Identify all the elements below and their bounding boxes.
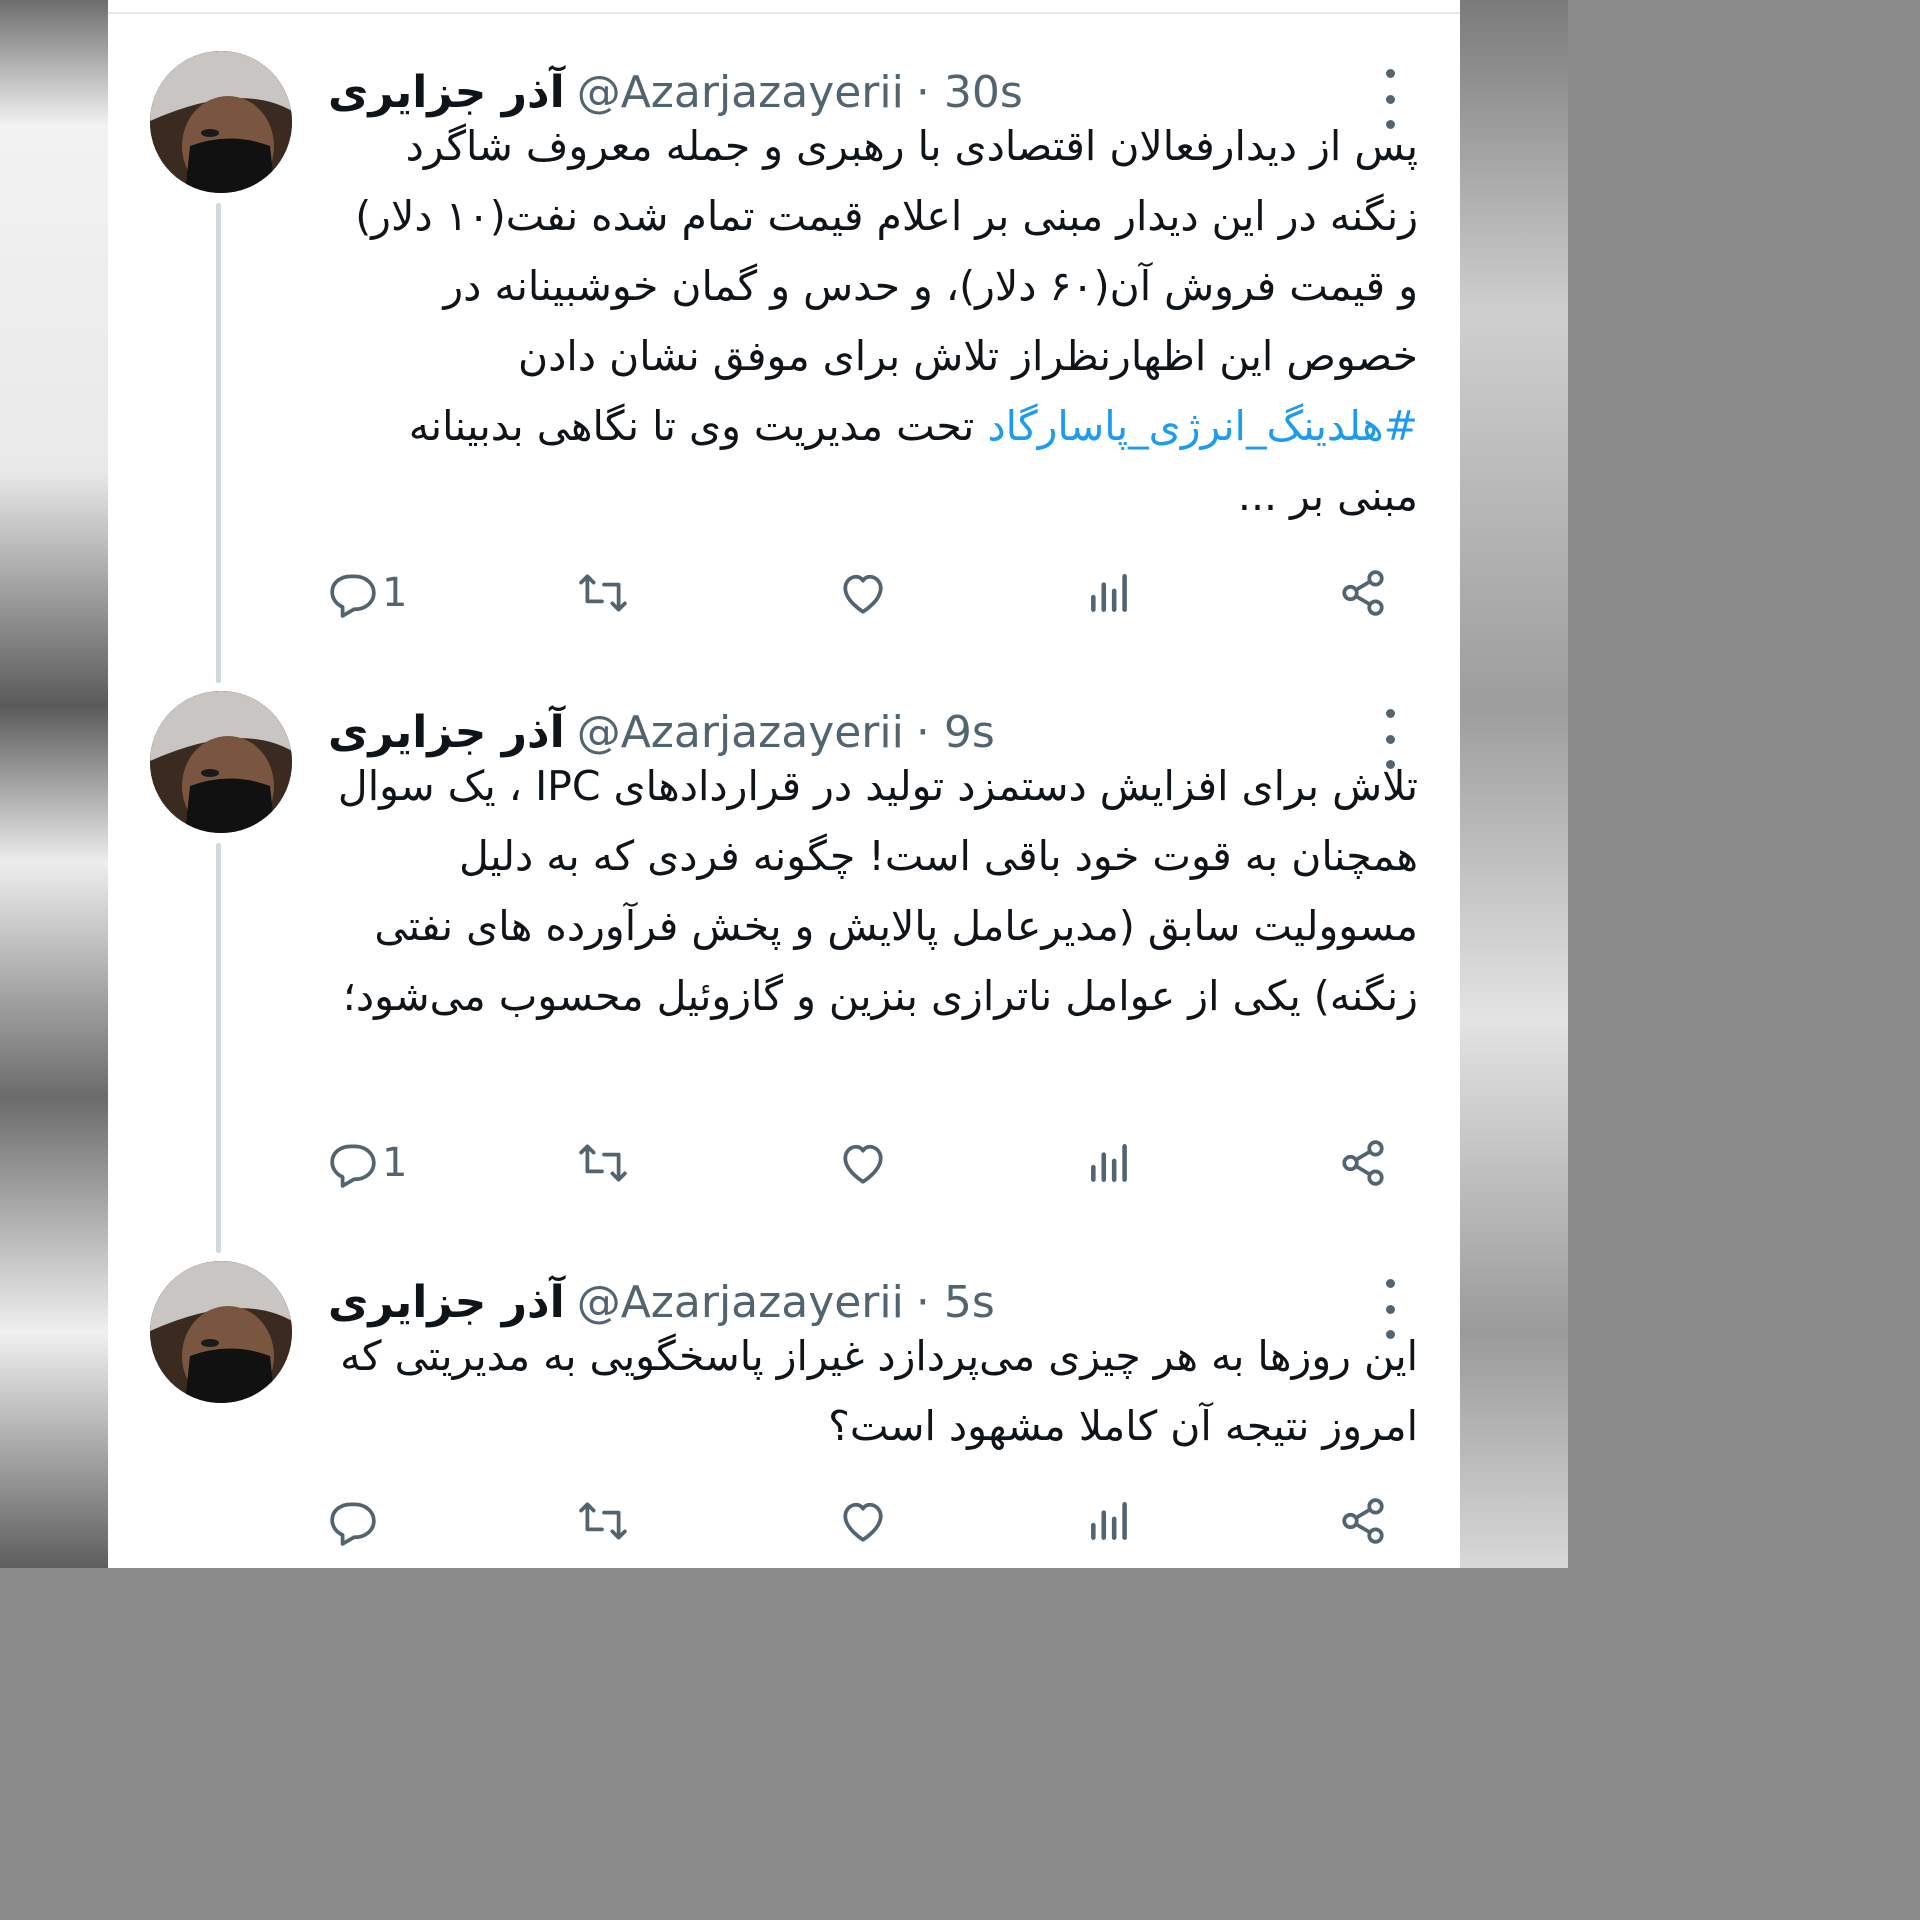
retweet-button[interactable] (578, 563, 628, 623)
thread-connector (216, 203, 221, 683)
reply-button[interactable]: 1 (328, 563, 407, 623)
user-handle[interactable]: @Azarjazayerii (577, 707, 904, 758)
reply-count: 1 (382, 1140, 408, 1186)
views-icon (1091, 574, 1127, 612)
reply-button[interactable] (328, 1491, 382, 1551)
reply-icon (330, 1144, 376, 1188)
retweet-button[interactable] (578, 1491, 628, 1551)
views-button[interactable] (1085, 1133, 1135, 1193)
like-icon (843, 1502, 883, 1542)
views-icon (1091, 1144, 1127, 1182)
like-button[interactable] (838, 563, 888, 623)
tweet[interactable]: آذر جزایری @Azarjazayerii · 5s این روزها… (108, 1255, 1460, 1568)
user-handle[interactable]: @Azarjazayerii (577, 67, 904, 118)
share-button[interactable] (1338, 563, 1388, 623)
thread-card: آذر جزایری @Azarjazayerii · 30s پس از دی… (108, 0, 1460, 1568)
right-backdrop (1460, 0, 1568, 1568)
action-bar (328, 1491, 1418, 1551)
avatar[interactable] (150, 691, 292, 833)
share-icon (1342, 570, 1384, 616)
thread-connector (216, 843, 221, 1253)
retweet-button[interactable] (578, 1133, 628, 1193)
tweet-text: پس از دیدارفعالان اقتصادی با رهبری و جمل… (328, 111, 1418, 531)
tweet-text: تلاش برای افزایش دستمزد تولید در قرارداد… (337, 762, 1418, 1020)
like-button[interactable] (838, 1133, 888, 1193)
hashtag-link[interactable]: #هلدینگ_انرژی_پاسارگاد (987, 402, 1418, 450)
retweet-icon (579, 1144, 627, 1182)
avatar-image (150, 691, 292, 833)
avatar-image (150, 51, 292, 193)
share-icon (1342, 1140, 1384, 1186)
like-button[interactable] (838, 1491, 888, 1551)
avatar[interactable] (150, 1261, 292, 1403)
like-icon (843, 574, 883, 614)
retweet-icon (579, 1502, 627, 1540)
share-button[interactable] (1338, 1491, 1388, 1551)
reply-button[interactable]: 1 (328, 1133, 407, 1193)
reply-icon (330, 1502, 376, 1546)
tweet-text: این روزها به هر چیزی می‌پردازد غیراز پاس… (340, 1332, 1418, 1450)
reply-count: 1 (382, 570, 408, 616)
display-name[interactable]: آذر جزایری (328, 67, 565, 118)
reply-icon (330, 574, 376, 618)
tweet[interactable]: آذر جزایری @Azarjazayerii · 30s پس از دی… (108, 45, 1460, 683)
timestamp[interactable]: · 5s (916, 1277, 995, 1328)
tweet[interactable]: آذر جزایری @Azarjazayerii · 9s تلاش برای… (108, 685, 1460, 1253)
views-button[interactable] (1085, 1491, 1135, 1551)
avatar[interactable] (150, 51, 292, 193)
share-icon (1342, 1498, 1384, 1544)
display-name[interactable]: آذر جزایری (328, 1277, 565, 1328)
views-icon (1091, 1502, 1127, 1540)
user-handle[interactable]: @Azarjazayerii (577, 1277, 904, 1328)
avatar-image (150, 1261, 292, 1403)
retweet-icon (579, 574, 627, 612)
left-backdrop (0, 0, 108, 1568)
timestamp[interactable]: · 30s (916, 67, 1023, 118)
action-bar: 1 (328, 1133, 1418, 1193)
display-name[interactable]: آذر جزایری (328, 707, 565, 758)
share-button[interactable] (1338, 1133, 1388, 1193)
tweet-text-start: پس از دیدارفعالان اقتصادی با رهبری و جمل… (355, 122, 1418, 380)
like-icon (843, 1144, 883, 1184)
action-bar: 1 (328, 563, 1418, 623)
views-button[interactable] (1085, 563, 1135, 623)
timestamp[interactable]: · 9s (916, 707, 995, 758)
top-divider (108, 12, 1460, 14)
